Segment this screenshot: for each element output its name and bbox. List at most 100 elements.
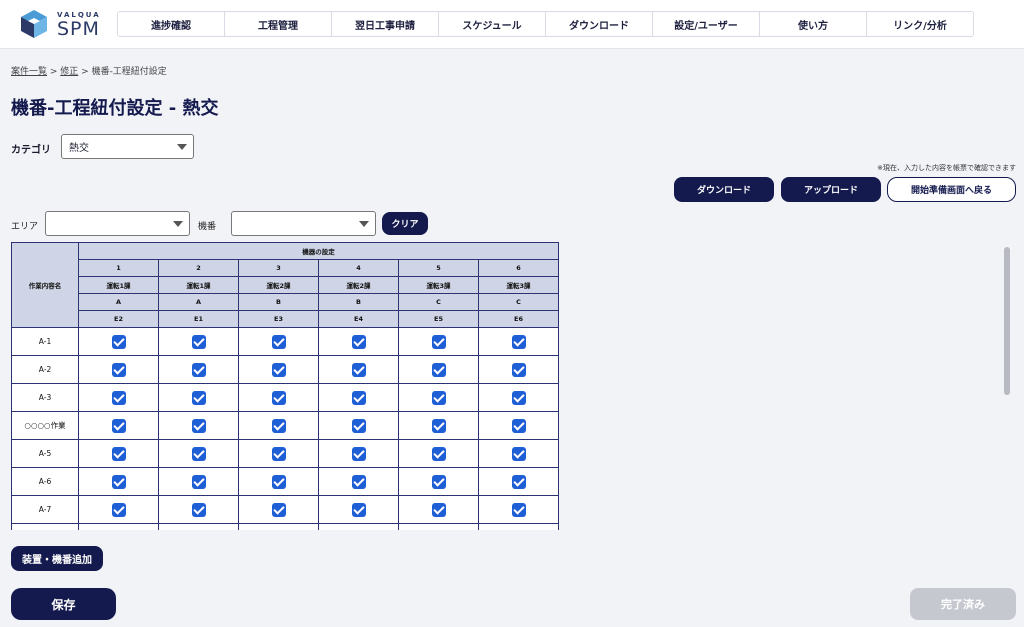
checkbox-cell bbox=[78, 467, 159, 496]
nav-progress[interactable]: 進捗確認 bbox=[118, 12, 225, 36]
checkbox-checked-icon[interactable] bbox=[511, 502, 526, 517]
table-scrollbar-thumb[interactable] bbox=[1004, 247, 1010, 395]
chevron-down-icon bbox=[177, 144, 187, 150]
machine-select[interactable] bbox=[231, 211, 376, 236]
checkbox-checked-icon[interactable] bbox=[191, 474, 206, 489]
col-code-header: E6 bbox=[478, 310, 559, 328]
checkbox-checked-icon[interactable] bbox=[351, 502, 366, 517]
app-header: VALQUA SPM 進捗確認 工程管理 翌日工事申請 スケジュール ダウンロー… bbox=[0, 0, 1024, 49]
checkbox-checked-icon[interactable] bbox=[271, 502, 286, 517]
nav-next-day-request[interactable]: 翌日工事申請 bbox=[332, 12, 439, 36]
col-code-header: E2 bbox=[78, 310, 159, 328]
checkbox-checked-icon[interactable] bbox=[191, 502, 206, 517]
nav-schedule[interactable]: スケジュール bbox=[439, 12, 546, 36]
area-select[interactable] bbox=[45, 211, 190, 236]
checkbox-cell bbox=[238, 523, 319, 530]
checkbox-checked-icon[interactable] bbox=[511, 418, 526, 433]
checkbox-checked-icon[interactable] bbox=[351, 474, 366, 489]
checkbox-checked-icon[interactable] bbox=[351, 390, 366, 405]
col-group-header: B bbox=[238, 293, 319, 311]
checkbox-checked-icon[interactable] bbox=[511, 334, 526, 349]
checkbox-checked-icon[interactable] bbox=[431, 474, 446, 489]
checkbox-cell bbox=[78, 355, 159, 384]
checkbox-checked-icon[interactable] bbox=[111, 474, 126, 489]
checkbox-checked-icon[interactable] bbox=[431, 390, 446, 405]
checkbox-checked-icon[interactable] bbox=[271, 362, 286, 377]
checkbox-cell bbox=[398, 495, 479, 524]
checkbox-checked-icon[interactable] bbox=[111, 502, 126, 517]
checkbox-checked-icon[interactable] bbox=[351, 446, 366, 461]
checkbox-cell bbox=[238, 411, 319, 440]
add-device-button[interactable]: 装置・機番追加 bbox=[11, 546, 103, 571]
area-label: エリア bbox=[11, 222, 39, 232]
checkbox-checked-icon[interactable] bbox=[351, 362, 366, 377]
checkbox-cell bbox=[238, 439, 319, 468]
checkbox-checked-icon[interactable] bbox=[511, 390, 526, 405]
nav-process[interactable]: 工程管理 bbox=[225, 12, 332, 36]
download-button[interactable]: ダウンロード bbox=[674, 177, 774, 202]
checkbox-checked-icon[interactable] bbox=[351, 418, 366, 433]
back-to-start-button[interactable]: 開始準備画面へ戻る bbox=[887, 177, 1016, 202]
category-select[interactable]: 熱交 bbox=[61, 134, 194, 159]
checkbox-checked-icon[interactable] bbox=[351, 334, 366, 349]
checkbox-cell bbox=[158, 355, 239, 384]
checkbox-checked-icon[interactable] bbox=[111, 390, 126, 405]
checkbox-checked-icon[interactable] bbox=[271, 418, 286, 433]
col-code-header: E4 bbox=[318, 310, 399, 328]
checkbox-cell bbox=[158, 327, 239, 356]
task-name-cell: A-2 bbox=[11, 355, 79, 384]
checkbox-checked-icon[interactable] bbox=[511, 362, 526, 377]
checkbox-cell bbox=[318, 411, 399, 440]
checkbox-checked-icon[interactable] bbox=[191, 446, 206, 461]
assignment-table-container[interactable]: 作業内容名 機器の設定 123456 運転1課 運転1課 運転2課 運転2課 運転3課運… bbox=[11, 242, 559, 530]
col-number-header: 5 bbox=[398, 259, 479, 277]
clear-button[interactable]: クリア bbox=[382, 212, 428, 235]
checkbox-checked-icon[interactable] bbox=[511, 446, 526, 461]
checkbox-cell bbox=[478, 383, 559, 412]
breadcrumb-edit[interactable]: 修正 bbox=[60, 67, 78, 77]
checkbox-cell bbox=[398, 355, 479, 384]
checkbox-checked-icon[interactable] bbox=[111, 418, 126, 433]
checkbox-checked-icon[interactable] bbox=[191, 390, 206, 405]
nav-download[interactable]: ダウンロード bbox=[546, 12, 653, 36]
checkbox-checked-icon[interactable] bbox=[271, 446, 286, 461]
checkbox-checked-icon[interactable] bbox=[271, 334, 286, 349]
table-row bbox=[11, 523, 559, 530]
checkbox-cell bbox=[158, 411, 239, 440]
table-row: A-2 bbox=[11, 355, 559, 384]
checkbox-checked-icon[interactable] bbox=[431, 418, 446, 433]
checkbox-checked-icon[interactable] bbox=[111, 446, 126, 461]
task-name-cell: A-6 bbox=[11, 467, 79, 496]
checkbox-cell bbox=[478, 327, 559, 356]
checkbox-cell bbox=[238, 383, 319, 412]
checkbox-cell bbox=[78, 523, 159, 530]
checkbox-checked-icon[interactable] bbox=[431, 502, 446, 517]
checkbox-checked-icon[interactable] bbox=[431, 334, 446, 349]
checkbox-cell bbox=[238, 355, 319, 384]
task-name-cell: A-7 bbox=[11, 495, 79, 524]
nav-howto[interactable]: 使い方 bbox=[760, 12, 867, 36]
checkbox-cell bbox=[78, 327, 159, 356]
col-group-header: C bbox=[478, 293, 559, 311]
breadcrumb-case-list[interactable]: 案件一覧 bbox=[11, 67, 47, 77]
checkbox-checked-icon[interactable] bbox=[191, 334, 206, 349]
checkbox-checked-icon[interactable] bbox=[431, 362, 446, 377]
nav-settings-users[interactable]: 設定/ユーザー bbox=[653, 12, 760, 36]
checkbox-checked-icon[interactable] bbox=[511, 474, 526, 489]
upload-button[interactable]: アップロード bbox=[781, 177, 881, 202]
checkbox-checked-icon[interactable] bbox=[431, 446, 446, 461]
checkbox-checked-icon[interactable] bbox=[271, 474, 286, 489]
checkbox-checked-icon[interactable] bbox=[111, 334, 126, 349]
checkbox-checked-icon[interactable] bbox=[111, 362, 126, 377]
col-group-header: A bbox=[78, 293, 159, 311]
checkbox-checked-icon[interactable] bbox=[191, 418, 206, 433]
checkbox-cell bbox=[478, 495, 559, 524]
checkbox-checked-icon[interactable] bbox=[191, 362, 206, 377]
table-row: A-3 bbox=[11, 383, 559, 412]
table-row: A-1 bbox=[11, 327, 559, 356]
col-dept-header: 運転1課 bbox=[78, 276, 159, 294]
nav-links-analysis[interactable]: リンク/分析 bbox=[867, 12, 973, 36]
valqua-spm-logo[interactable]: VALQUA SPM bbox=[20, 9, 110, 40]
checkbox-checked-icon[interactable] bbox=[271, 390, 286, 405]
save-button[interactable]: 保存 bbox=[11, 588, 116, 620]
